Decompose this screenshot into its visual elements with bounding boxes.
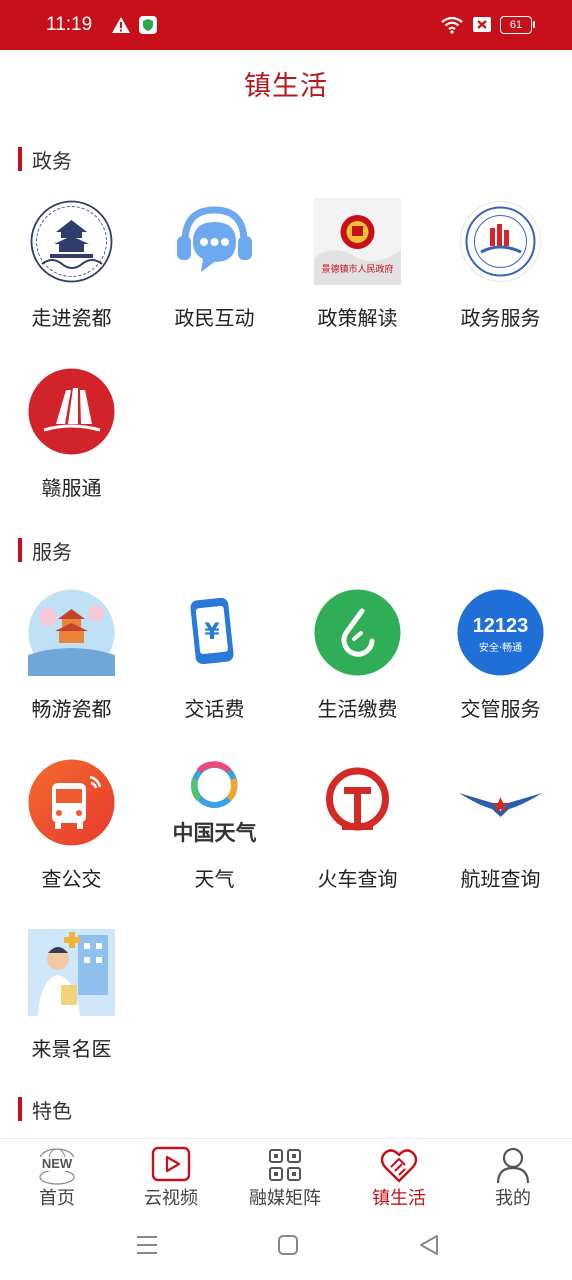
- tab-cloud-video[interactable]: 云视频: [114, 1139, 228, 1213]
- section-marker: [18, 1097, 22, 1121]
- status-bar: 11:19 61: [0, 0, 572, 50]
- system-nav-bar: [0, 1212, 572, 1280]
- battery-indicator: 61: [500, 16, 532, 34]
- tile-jiao-huafei[interactable]: ¥ 交话费: [143, 589, 286, 739]
- tile-jiaoguan-fuwu[interactable]: 12123 安全·畅通 交管服务: [429, 589, 572, 739]
- heart-hand-icon: [380, 1149, 418, 1183]
- battery-level: 61: [509, 19, 523, 31]
- warning-icon: [112, 17, 130, 33]
- wifi-icon: [441, 16, 463, 34]
- section-gov-title: 政务: [18, 146, 72, 173]
- page-header: 镇生活: [0, 50, 572, 114]
- section-marker: [18, 147, 22, 171]
- bus-icon: [28, 759, 115, 846]
- tile-zoujin-cidu[interactable]: 走进瓷都: [0, 198, 143, 348]
- tab-media-matrix[interactable]: 融媒矩阵: [228, 1139, 342, 1213]
- status-time: 11:19: [46, 14, 93, 35]
- tile-ganfutong[interactable]: 赣服通: [0, 368, 143, 518]
- tile-hangban-chaxun[interactable]: 航班查询: [429, 759, 572, 909]
- menu-icon[interactable]: [132, 1230, 162, 1260]
- tile-zhengmin-hudong[interactable]: 政民互动: [143, 198, 286, 348]
- tile-label: 政民互动: [174, 306, 255, 330]
- tab-home[interactable]: NEW 首页: [0, 1139, 114, 1213]
- battery-tip: [533, 21, 535, 28]
- tile-label: 畅游瓷都: [31, 697, 112, 721]
- tab-mine[interactable]: 我的: [456, 1139, 570, 1213]
- section-special-title: 特色: [18, 1096, 72, 1123]
- tile-laijing-mingyi[interactable]: 来景名医: [0, 929, 143, 1079]
- tile-shenghuo-jiaofei[interactable]: 生活缴费: [286, 589, 429, 739]
- tourism-pagoda-icon: [28, 589, 115, 676]
- user-profile-icon: [496, 1147, 530, 1184]
- tile-label: 政策解读: [317, 306, 398, 330]
- section-special-label: 特色: [32, 1098, 72, 1123]
- tab-label: 云视频: [144, 1188, 198, 1209]
- section-service-title: 服务: [18, 537, 72, 564]
- railway-logo-icon: [326, 767, 389, 831]
- tile-badge: 景德镇市人民政府: [321, 265, 394, 275]
- section-service-label: 服务: [32, 539, 72, 564]
- tile-changyou-cidu[interactable]: 畅游瓷都: [0, 589, 143, 739]
- tile-label: 查公交: [41, 867, 102, 891]
- tile-zhengwu-fuwu[interactable]: 政务服务: [429, 198, 572, 348]
- pagoda-emblem-icon: [30, 200, 113, 283]
- tab-town-life[interactable]: 镇生活: [342, 1139, 456, 1213]
- tile-label: 赣服通: [41, 476, 102, 500]
- tile-label: 来景名医: [31, 1037, 112, 1061]
- chat-headset-icon: [177, 206, 252, 272]
- svg-text:¥: ¥: [204, 620, 220, 645]
- page-title: 镇生活: [244, 71, 328, 102]
- tile-label: 交管服务: [460, 697, 541, 721]
- home-new-text: NEW: [37, 1157, 77, 1171]
- tab-label: 我的: [495, 1188, 531, 1209]
- shield-icon: [139, 16, 157, 34]
- video-play-icon: [151, 1146, 191, 1182]
- ganfutong-logo-icon: [28, 368, 115, 455]
- tab-label: 融媒矩阵: [249, 1188, 321, 1209]
- tile-huoche-chaxun[interactable]: 火车查询: [286, 759, 429, 909]
- tile-label: 火车查询: [317, 867, 398, 891]
- tab-label: 首页: [39, 1188, 75, 1209]
- tile-label: 政务服务: [460, 306, 541, 330]
- grid-matrix-icon: [269, 1149, 301, 1181]
- doctor-illustration-icon: [28, 929, 115, 1016]
- phone-yuan-icon: ¥: [190, 597, 234, 665]
- aviation-wings-icon: [459, 793, 542, 817]
- bottom-tab-bar: NEW 首页 云视频 融媒矩阵 镇生活 我的: [0, 1138, 572, 1213]
- tile-label: 生活缴费: [317, 697, 398, 721]
- life-payment-icon: [314, 589, 401, 676]
- tile-tianqi[interactable]: 中国天气 天气: [143, 759, 286, 909]
- tile-cha-gongjiao[interactable]: 查公交: [0, 759, 143, 909]
- sim-blocked-icon: [473, 17, 491, 32]
- back-triangle-icon[interactable]: [414, 1230, 444, 1260]
- tile-label: 交话费: [184, 697, 245, 721]
- home-square-icon[interactable]: [273, 1230, 303, 1260]
- tile-label: 天气: [194, 867, 235, 891]
- tab-label: 镇生活: [372, 1188, 426, 1209]
- section-marker: [18, 538, 22, 562]
- tile-badge-top: 12123: [472, 615, 529, 637]
- service-seal-icon: [460, 201, 541, 282]
- section-gov-label: 政务: [32, 148, 72, 173]
- tile-badge: 中国天气: [172, 821, 257, 845]
- tile-badge-bottom: 安全·畅通: [478, 643, 523, 654]
- tile-label: 走进瓷都: [31, 306, 112, 330]
- tile-label: 航班查询: [460, 867, 541, 891]
- tile-zhengce-jiedu[interactable]: 景德镇市人民政府 政策解读: [286, 198, 429, 348]
